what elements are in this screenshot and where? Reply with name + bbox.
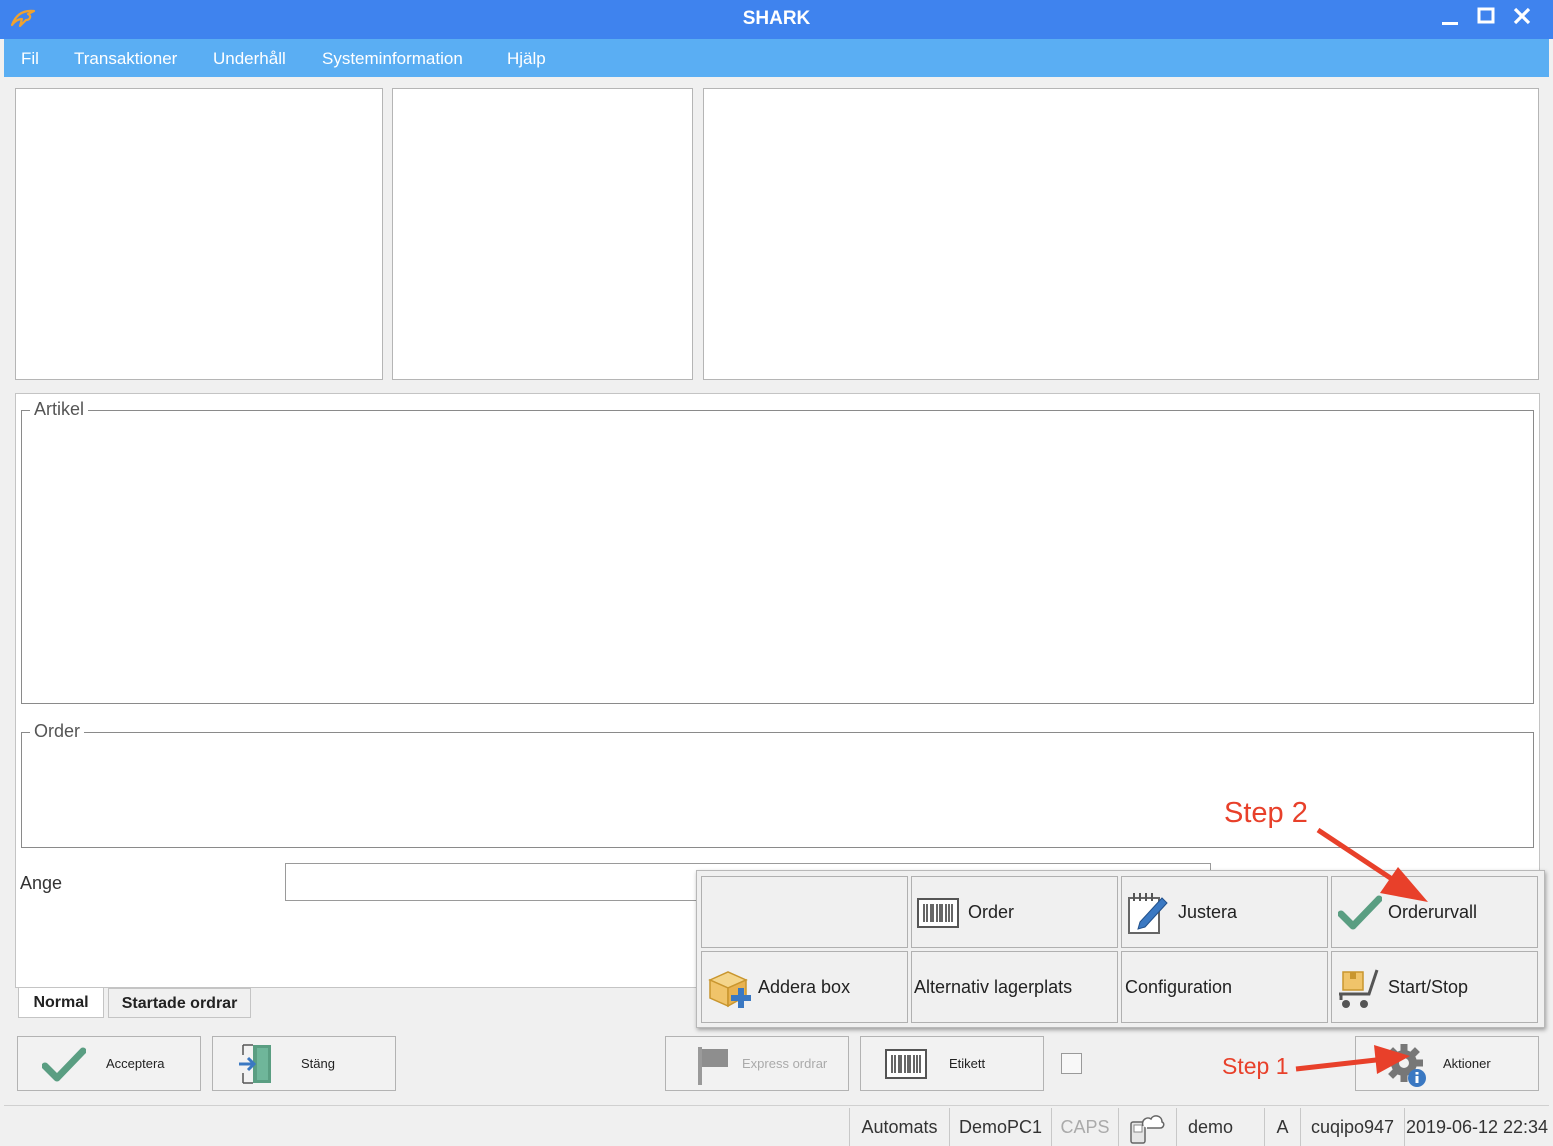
aktioner-button[interactable]: Aktioner [1355,1036,1539,1091]
edit-pencil-icon [1128,893,1168,934]
maximize-button[interactable] [1469,2,1503,36]
stang-label: Stäng [301,1056,335,1071]
status-level: A [1264,1108,1300,1146]
menu-systeminformation[interactable]: Systeminformation [322,49,463,69]
addera-box-action-button[interactable]: Addera box [701,951,908,1023]
addera-box-action-label: Addera box [758,977,851,997]
status-pc: DemoPC1 [949,1108,1051,1146]
flag-icon [698,1047,728,1085]
orderurvall-action-button[interactable]: Orderurvall [1331,876,1538,948]
status-mode: Automats [849,1108,949,1146]
aktioner-label: Aktioner [1443,1056,1491,1071]
tab-normal[interactable]: Normal [18,988,104,1018]
configuration-action-button[interactable]: Configuration [1121,951,1328,1023]
minimize-icon [1442,22,1458,25]
window-title: SHARK [742,8,811,29]
acceptera-button[interactable]: Acceptera [17,1036,201,1091]
barcode-icon [885,1049,927,1079]
info-pane-left [15,88,383,380]
phone-cloud-icon [1130,1115,1165,1144]
status-connection [1118,1108,1176,1146]
order-group: Order [21,721,1534,848]
info-pane-right [703,88,1539,380]
artikel-group: Artikel [21,399,1534,704]
menu-bar: Fil Transaktioner Underhåll Systeminform… [4,39,1549,77]
express-ordrar-button[interactable]: Express ordrar [665,1036,849,1091]
menu-underhall[interactable]: Underhåll [213,49,286,69]
express-ordrar-label: Express ordrar [742,1056,828,1071]
status-datetime: 2019-06-12 22:34 [1404,1108,1549,1146]
barcode-icon [917,898,959,928]
minimize-button[interactable] [1433,2,1467,36]
etikett-label: Etikett [949,1056,986,1071]
title-bar: SHARK [0,0,1553,39]
exit-door-icon [239,1044,271,1084]
close-icon [1513,7,1531,25]
express-checkbox[interactable] [1061,1053,1082,1074]
step-2-annotation: Step 2 [1224,797,1308,829]
info-pane-middle [392,88,693,380]
checkmark-icon [42,1047,86,1082]
menu-transaktioner[interactable]: Transaktioner [74,49,177,69]
step-1-annotation: Step 1 [1222,1053,1289,1079]
ange-label: Ange [20,873,63,893]
gear-info-icon [1385,1044,1426,1087]
order-legend: Order [30,721,85,742]
orderurvall-action-label: Orderurvall [1388,902,1478,922]
acceptera-label: Acceptera [106,1056,165,1071]
close-button[interactable] [1505,2,1539,36]
menu-hjalp[interactable]: Hjälp [507,49,546,69]
order-action-button[interactable]: Order [911,876,1118,948]
actions-popup: Order Justera Orderurvall Addera box Alt… [696,870,1545,1028]
order-action-label: Order [968,902,1015,922]
artikel-legend: Artikel [30,399,89,420]
status-caps: CAPS [1051,1108,1118,1146]
configuration-action-label: Configuration [1125,977,1233,997]
stang-button[interactable]: Stäng [212,1036,396,1091]
tab-startade-ordrar[interactable]: Startade ordrar [108,988,251,1018]
justera-action-button[interactable]: Justera [1121,876,1328,948]
etikett-button[interactable]: Etikett [860,1036,1044,1091]
status-login: cuqipo947 [1300,1108,1404,1146]
cart-icon [1339,969,1379,1008]
menu-fil[interactable]: Fil [21,49,39,69]
alternativ-lagerplats-action-button[interactable]: Alternativ lagerplats [911,951,1118,1023]
justera-action-label: Justera [1178,902,1238,922]
start-stop-action-label: Start/Stop [1388,977,1469,997]
actions-empty-cell [701,876,908,948]
alternativ-lagerplats-action-label: Alternativ lagerplats [914,977,1073,997]
status-user: demo [1176,1108,1244,1146]
start-stop-action-button[interactable]: Start/Stop [1331,951,1538,1023]
box-add-icon [708,971,751,1008]
maximize-icon [1477,7,1495,24]
checkmark-icon [1338,895,1382,930]
